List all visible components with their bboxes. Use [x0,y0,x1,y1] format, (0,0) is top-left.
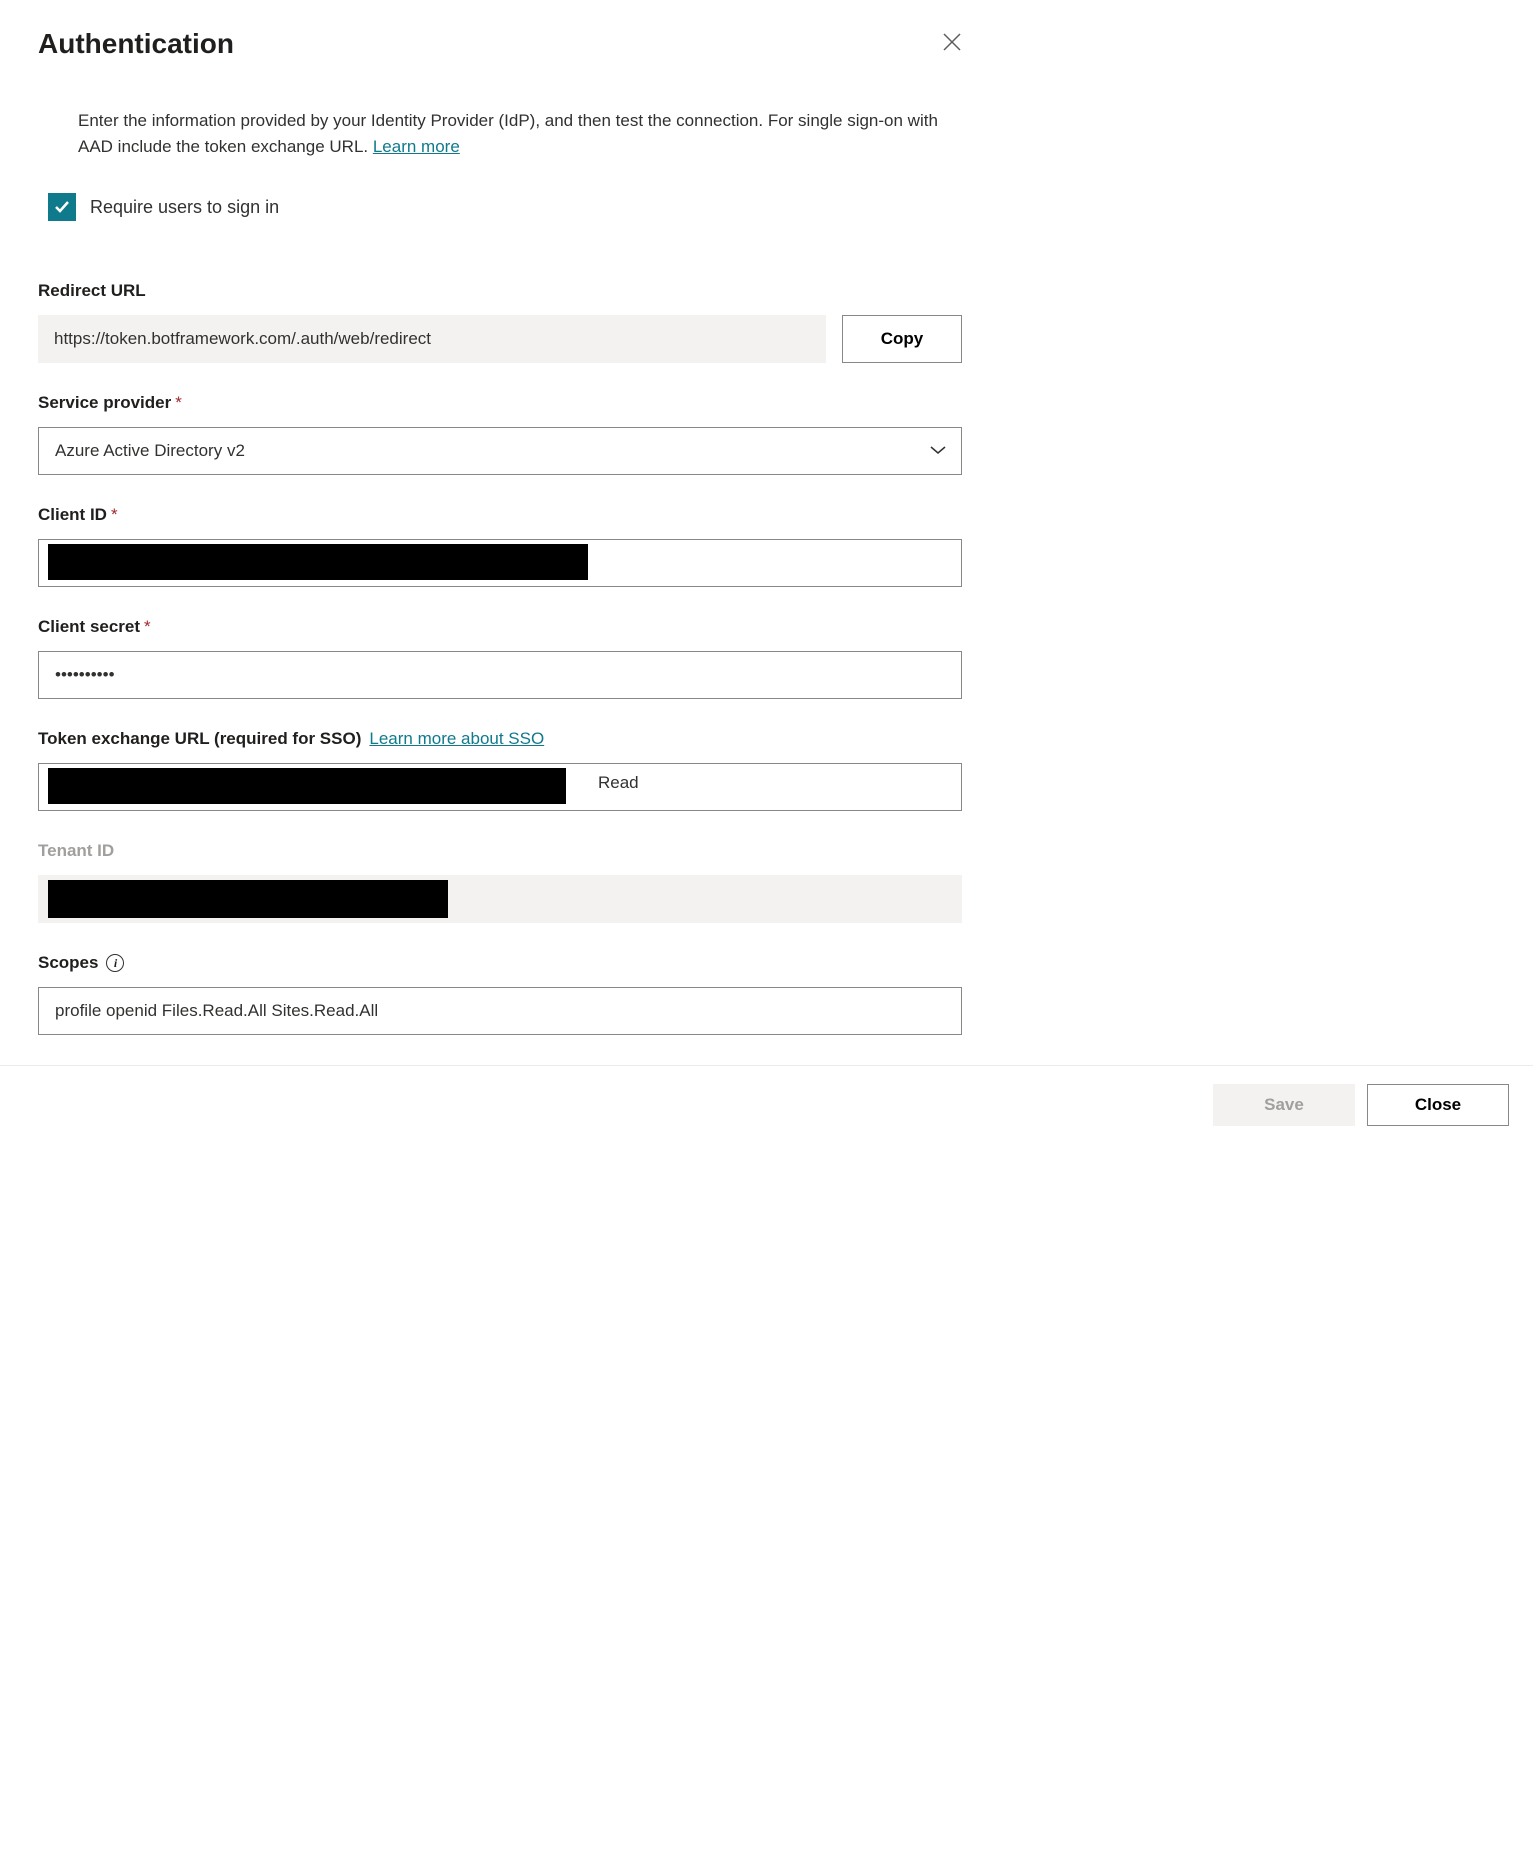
close-icon[interactable] [942,32,962,52]
required-marker: * [111,505,118,525]
require-signin-checkbox[interactable] [48,193,76,221]
redirect-url-value: https://token.botframework.com/.auth/web… [38,315,826,363]
scopes-label-text: Scopes [38,953,98,973]
redacted-tenant-id [48,880,448,918]
require-signin-label: Require users to sign in [90,197,279,218]
required-marker: * [144,617,151,637]
client-secret-label-text: Client secret [38,617,140,637]
info-icon[interactable]: i [106,954,124,972]
save-button: Save [1213,1084,1355,1126]
intro-text-content: Enter the information provided by your I… [78,111,938,156]
intro-text: Enter the information provided by your I… [78,108,948,159]
service-provider-label: Service provider * [38,393,962,413]
tenant-id-label: Tenant ID [38,841,962,861]
learn-more-sso-link[interactable]: Learn more about SSO [369,729,544,749]
token-exchange-label-text: Token exchange URL (required for SSO) [38,729,361,749]
service-provider-select[interactable] [38,427,962,475]
page-title: Authentication [38,28,234,60]
client-id-label-text: Client ID [38,505,107,525]
scopes-input[interactable] [38,987,962,1035]
token-exchange-input[interactable] [38,763,962,811]
client-secret-label: Client secret * [38,617,962,637]
token-exchange-label: Token exchange URL (required for SSO) Le… [38,729,962,749]
close-button[interactable]: Close [1367,1084,1509,1126]
client-id-label: Client ID * [38,505,962,525]
client-secret-input[interactable] [38,651,962,699]
service-provider-label-text: Service provider [38,393,171,413]
learn-more-link[interactable]: Learn more [373,137,460,156]
required-marker: * [175,393,182,413]
tenant-id-value [38,875,962,923]
copy-button[interactable]: Copy [842,315,962,363]
redirect-url-label: Redirect URL [38,281,962,301]
client-id-input[interactable] [38,539,962,587]
scopes-label: Scopes i [38,953,962,973]
